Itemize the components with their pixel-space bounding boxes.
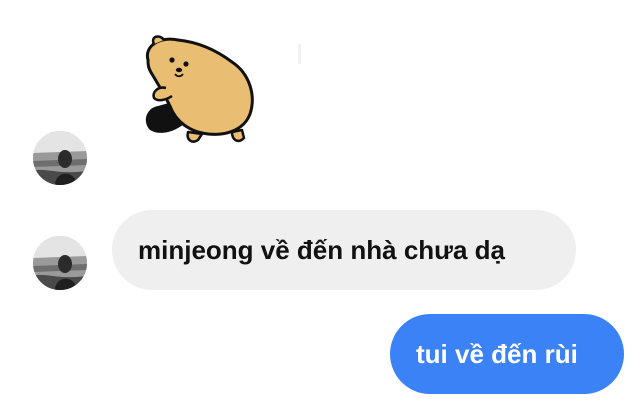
outgoing-message-text: tui về đến rùi	[416, 338, 578, 369]
sender-avatar[interactable]	[33, 236, 87, 290]
divider-mark	[298, 44, 301, 64]
incoming-message-text: minjeong về đến nhà chưa dạ	[138, 234, 506, 265]
hamster-sticker-icon[interactable]	[136, 32, 262, 150]
sender-avatar[interactable]	[33, 131, 87, 185]
incoming-message-bubble[interactable]: minjeong về đến nhà chưa dạ	[112, 210, 576, 290]
outgoing-message-bubble[interactable]: tui về đến rùi	[390, 314, 624, 394]
chat-thread: minjeong về đến nhà chưa dạ tui về đến r…	[0, 0, 640, 409]
